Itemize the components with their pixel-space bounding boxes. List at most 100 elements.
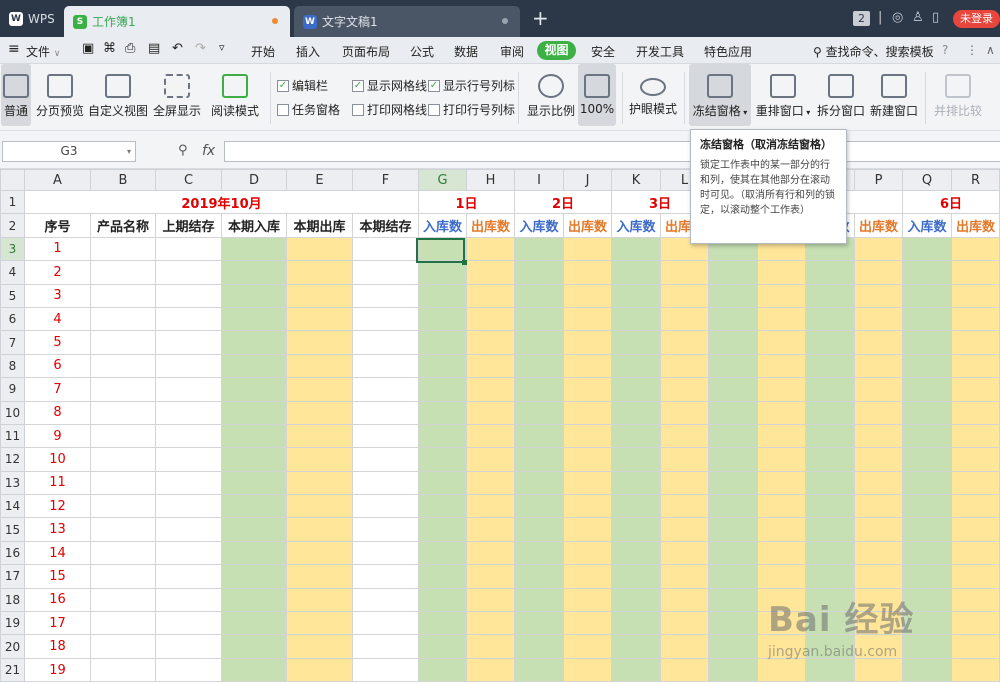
cell[interactable] <box>611 260 661 285</box>
cell[interactable] <box>563 306 612 332</box>
cell[interactable] <box>466 423 515 449</box>
cell[interactable] <box>418 470 467 496</box>
cell[interactable] <box>902 494 952 519</box>
cell[interactable] <box>805 587 855 613</box>
cell[interactable] <box>514 540 564 566</box>
cell[interactable] <box>854 400 903 425</box>
cell[interactable] <box>514 494 564 519</box>
cell[interactable] <box>563 611 612 636</box>
cell[interactable] <box>221 306 287 332</box>
cell[interactable] <box>352 494 419 519</box>
in-qty-header[interactable]: 入库数 <box>902 213 952 238</box>
cell[interactable] <box>90 611 156 636</box>
cell[interactable] <box>286 657 353 683</box>
cell[interactable] <box>757 377 806 402</box>
cell[interactable] <box>514 587 564 613</box>
checkbox-print-gridlines[interactable]: 打印网格线 <box>352 101 427 118</box>
cell[interactable] <box>418 587 467 613</box>
lock-icon[interactable]: ▯ <box>932 10 946 26</box>
cell[interactable] <box>418 494 467 519</box>
cell[interactable] <box>90 260 156 285</box>
cell[interactable] <box>708 564 758 589</box>
cell[interactable] <box>418 283 467 308</box>
cell[interactable] <box>951 540 1000 566</box>
custom-view-button[interactable]: 自定义视图 <box>88 64 148 126</box>
cell[interactable] <box>611 657 661 683</box>
cell[interactable] <box>660 657 709 683</box>
cell[interactable] <box>708 540 758 566</box>
tab-workbook[interactable]: S 工作簿1 <box>64 6 290 37</box>
cell[interactable] <box>563 470 612 496</box>
cell[interactable] <box>757 470 806 496</box>
cell[interactable] <box>514 634 564 659</box>
cell[interactable] <box>757 447 806 472</box>
cell[interactable] <box>902 283 952 308</box>
menu-developer[interactable]: 开发工具 <box>636 43 684 60</box>
cell[interactable] <box>286 330 353 355</box>
cell[interactable] <box>708 470 758 496</box>
cell[interactable] <box>854 423 903 449</box>
column-title[interactable]: 本期入库 <box>221 213 287 238</box>
cell[interactable] <box>221 260 287 285</box>
cell[interactable] <box>155 634 222 659</box>
cell[interactable] <box>854 657 903 683</box>
cell[interactable] <box>660 400 709 425</box>
column-header-e[interactable]: E <box>286 169 353 191</box>
cell[interactable] <box>902 657 952 683</box>
serial-cell[interactable]: 10 <box>24 447 91 472</box>
cell[interactable] <box>286 540 353 566</box>
cell[interactable] <box>660 447 709 472</box>
serial-cell[interactable]: 17 <box>24 611 91 636</box>
cell[interactable] <box>155 657 222 683</box>
column-title[interactable]: 本期结存 <box>352 213 419 238</box>
cell[interactable] <box>155 236 222 262</box>
cell[interactable] <box>660 634 709 659</box>
cell[interactable] <box>514 517 564 542</box>
cell[interactable] <box>466 377 515 402</box>
cell[interactable] <box>352 423 419 449</box>
undo-icon[interactable]: ↶ <box>172 41 183 56</box>
cell[interactable] <box>611 353 661 379</box>
cell[interactable] <box>708 494 758 519</box>
cell[interactable] <box>155 587 222 613</box>
cell[interactable] <box>418 564 467 589</box>
cell[interactable] <box>514 470 564 496</box>
row-header[interactable]: 16 <box>0 540 25 566</box>
cell[interactable] <box>286 377 353 402</box>
cell[interactable] <box>221 657 287 683</box>
column-header-d[interactable]: D <box>221 169 287 191</box>
cell[interactable] <box>286 236 353 262</box>
cell[interactable] <box>90 470 156 496</box>
cell[interactable] <box>660 423 709 449</box>
minimize-icon[interactable]: | <box>878 10 892 26</box>
out-qty-header[interactable]: 出库数 <box>951 213 1000 238</box>
cell[interactable] <box>466 447 515 472</box>
row-header[interactable]: 14 <box>0 494 25 519</box>
cell[interactable] <box>951 423 1000 449</box>
cell[interactable] <box>660 283 709 308</box>
reading-mode-button[interactable]: 阅读模式 <box>207 64 263 126</box>
row-header[interactable]: 8 <box>0 353 25 379</box>
cell[interactable] <box>352 657 419 683</box>
cell[interactable] <box>951 494 1000 519</box>
cell[interactable] <box>708 400 758 425</box>
cell[interactable] <box>418 611 467 636</box>
cell[interactable] <box>563 423 612 449</box>
cell[interactable] <box>352 634 419 659</box>
cell[interactable] <box>902 377 952 402</box>
cell[interactable] <box>563 377 612 402</box>
cell[interactable] <box>902 236 952 262</box>
cell[interactable] <box>90 283 156 308</box>
menu-insert[interactable]: 插入 <box>296 43 320 60</box>
cell[interactable] <box>352 564 419 589</box>
cell[interactable] <box>563 353 612 379</box>
cell[interactable] <box>611 283 661 308</box>
cell[interactable] <box>902 260 952 285</box>
cell[interactable] <box>757 260 806 285</box>
cell[interactable] <box>902 587 952 613</box>
cell[interactable] <box>854 306 903 332</box>
cell[interactable] <box>757 634 806 659</box>
cell[interactable] <box>418 353 467 379</box>
cell[interactable] <box>221 564 287 589</box>
cell[interactable] <box>90 353 156 379</box>
